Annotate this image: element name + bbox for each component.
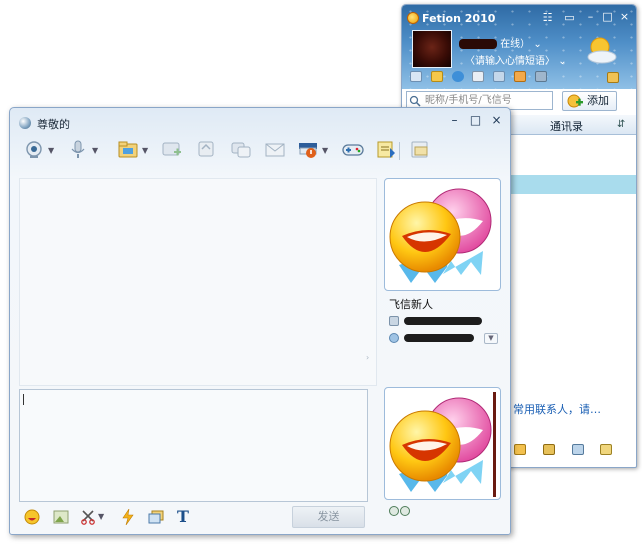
message-input[interactable] bbox=[19, 389, 368, 502]
chat-logo-icon bbox=[19, 117, 31, 129]
maximize-button[interactable]: □ bbox=[601, 11, 614, 23]
contact-avatar[interactable] bbox=[384, 178, 501, 291]
contact-phone-row bbox=[389, 316, 483, 327]
chevron-down-icon[interactable]: ▼ bbox=[98, 512, 104, 521]
window-icon[interactable] bbox=[148, 510, 164, 524]
file-icon bbox=[118, 141, 138, 158]
mail-icon[interactable] bbox=[430, 71, 443, 82]
chat-icon[interactable] bbox=[542, 444, 555, 455]
chevron-down-icon: ▼ bbox=[48, 146, 55, 155]
video-icon bbox=[26, 141, 42, 158]
game-icon[interactable] bbox=[514, 71, 527, 82]
app-icon[interactable] bbox=[451, 71, 464, 82]
maximize-button[interactable]: □ bbox=[469, 114, 482, 127]
phone-icon bbox=[389, 316, 399, 326]
globe-icon bbox=[389, 333, 399, 343]
history-icon bbox=[411, 141, 428, 158]
add-contact-icon bbox=[162, 142, 181, 156]
tab-contacts[interactable]: 通讯录 bbox=[550, 118, 583, 134]
doc-icon[interactable] bbox=[472, 71, 485, 82]
add-button-label: 添加 bbox=[587, 94, 609, 107]
voice-icon bbox=[71, 140, 85, 158]
status-icon[interactable] bbox=[389, 505, 411, 517]
main-bottom-icons bbox=[514, 444, 625, 458]
contact-id-row bbox=[389, 333, 475, 344]
mood-phrase-field[interactable]: 〈请输入心情短语〉 ⌄ bbox=[465, 52, 567, 67]
message-history[interactable] bbox=[19, 178, 377, 386]
group-icon[interactable] bbox=[493, 71, 506, 82]
mood-phrase-text: 〈请输入心情短语〉 bbox=[465, 56, 555, 67]
image-icon[interactable] bbox=[53, 510, 69, 524]
tools-icon[interactable] bbox=[534, 71, 547, 82]
settings-icon[interactable] bbox=[607, 72, 619, 83]
chat-window: 尊敬的 – □ × ▼ ▼ ▼ ▼ › ▼ T 发送 飞信新人 ▼ bbox=[9, 107, 511, 535]
screenshot-icon[interactable] bbox=[80, 509, 96, 525]
frequent-contacts-hint[interactable]: 常用联系人，请… bbox=[513, 401, 601, 417]
expand-details-button[interactable]: ▼ bbox=[484, 333, 498, 344]
sort-icon[interactable]: ⇵ bbox=[617, 119, 625, 130]
chevron-down-icon: ▼ bbox=[322, 146, 329, 155]
mail-icon[interactable] bbox=[514, 444, 526, 455]
short-message-icon bbox=[198, 141, 214, 157]
alert-icon bbox=[299, 143, 317, 158]
app-icon[interactable] bbox=[600, 444, 613, 455]
notes-icon bbox=[377, 141, 395, 158]
fetion-logo-icon bbox=[407, 12, 419, 24]
emoticon-icon[interactable] bbox=[24, 509, 40, 525]
app-icon-row bbox=[410, 71, 552, 87]
user-nickname[interactable]: 在线） ⌄ bbox=[459, 35, 569, 50]
minimize-button[interactable]: – bbox=[584, 11, 597, 23]
main-window-title: Fetion 2010 bbox=[422, 12, 496, 25]
close-button[interactable]: × bbox=[490, 114, 503, 127]
menu-icon[interactable]: ☷ bbox=[541, 12, 554, 24]
search-icon bbox=[409, 95, 421, 107]
chevron-down-icon: ⌄ bbox=[558, 56, 567, 67]
id-redacted bbox=[404, 334, 475, 342]
send-button[interactable]: 发送 bbox=[292, 506, 365, 528]
game-icon bbox=[342, 144, 364, 156]
message-icon[interactable] bbox=[571, 444, 584, 455]
group-chat-icon bbox=[231, 142, 251, 158]
user-avatar[interactable] bbox=[412, 30, 452, 68]
contact-name: 飞信新人 bbox=[389, 298, 433, 311]
minimize-button[interactable]: – bbox=[448, 114, 461, 127]
fetion-avatar-icon bbox=[389, 392, 496, 497]
chevron-down-icon: ▼ bbox=[142, 146, 149, 155]
chat-window-title: 尊敬的 bbox=[37, 118, 70, 131]
email-icon bbox=[265, 143, 285, 157]
skin-icon[interactable]: ▭ bbox=[563, 12, 576, 24]
fetion-avatar-icon bbox=[389, 188, 492, 283]
chevron-down-icon: ▼ bbox=[92, 146, 99, 155]
nickname-redacted bbox=[459, 39, 497, 49]
home-icon[interactable] bbox=[410, 71, 422, 82]
splitter-grip-icon[interactable]: › bbox=[366, 353, 369, 362]
my-avatar[interactable] bbox=[384, 387, 501, 500]
weather-icon[interactable] bbox=[582, 33, 618, 65]
font-icon[interactable]: T bbox=[177, 507, 189, 526]
close-button[interactable]: × bbox=[618, 11, 631, 23]
status-text: 在线） bbox=[500, 39, 531, 50]
text-caret bbox=[23, 394, 24, 405]
nudge-icon[interactable] bbox=[121, 509, 135, 525]
chevron-down-icon: ⌄ bbox=[533, 39, 542, 50]
toolbar-separator bbox=[399, 142, 400, 160]
phone-redacted bbox=[404, 317, 483, 325]
add-user-icon bbox=[567, 94, 583, 108]
